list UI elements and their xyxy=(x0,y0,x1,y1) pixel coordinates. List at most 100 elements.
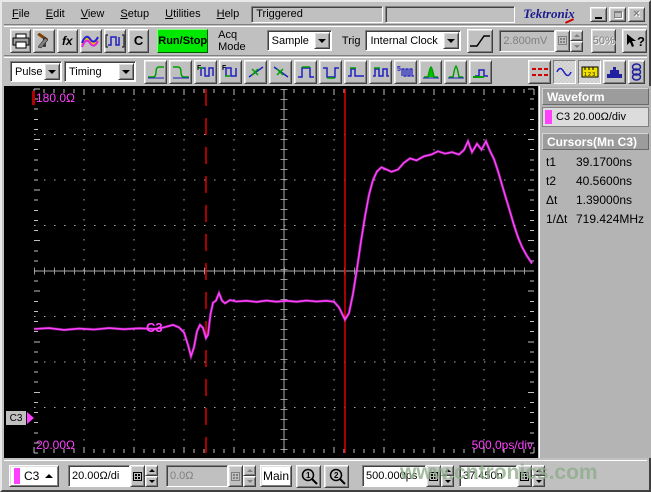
printer-icon xyxy=(12,33,30,48)
c3-trace xyxy=(33,139,533,360)
menu-bar: File Edit View Setup Utilities Help Trig… xyxy=(4,4,647,25)
svg-text:1: 1 xyxy=(306,471,311,480)
hposition-value[interactable]: 37.450n xyxy=(459,465,517,487)
meas-category-select[interactable]: Timing xyxy=(64,61,136,82)
vscale-down[interactable] xyxy=(145,476,158,487)
menu-help[interactable]: Help xyxy=(209,5,248,24)
peak-outline-icon xyxy=(447,64,464,78)
readout-t1: t1 39.1700ns xyxy=(542,150,649,169)
trig-slope-button[interactable] xyxy=(466,28,494,53)
meas-pulse-train-button[interactable]: 5 xyxy=(394,59,417,84)
channel-select-button[interactable]: C3 xyxy=(9,465,59,487)
minimize-button[interactable] xyxy=(590,6,607,22)
meas-fall-time-button[interactable] xyxy=(169,59,192,84)
cross-falling-icon xyxy=(273,65,288,78)
signal-type-select[interactable]: Pulse xyxy=(10,61,62,82)
zoom-2-button[interactable]: 2 xyxy=(324,465,349,488)
vertical-scale-spinner[interactable]: 20.00Ω/di xyxy=(68,465,158,487)
meas-pulse-pair-button[interactable] xyxy=(369,59,392,84)
readout-t2: t2 40.5600ns xyxy=(542,169,649,188)
trig-dropdown-icon[interactable] xyxy=(442,32,459,49)
acquire-pulse-button[interactable] xyxy=(103,28,126,53)
timebase-value[interactable]: 500.000ps xyxy=(362,465,426,487)
magnifier-1-icon: 1 xyxy=(301,468,318,485)
timebase-down[interactable] xyxy=(441,476,454,487)
waveform-display-button[interactable] xyxy=(553,59,576,84)
t2-value: 40.5600ns xyxy=(576,174,633,188)
dt-label: Δt xyxy=(546,193,558,207)
clear-icon: C xyxy=(133,33,144,48)
waveform-plot[interactable]: C3 180.0Ω 20.00Ω 500.0ps/div C3 xyxy=(4,86,538,458)
close-button[interactable]: × xyxy=(628,6,645,22)
cursors-button[interactable] xyxy=(528,59,551,84)
close-icon: × xyxy=(633,8,640,20)
channel-marker[interactable]: C3 xyxy=(5,410,34,426)
acq-mode-label: Acq Mode xyxy=(218,28,246,53)
hposition-keypad-icon[interactable] xyxy=(517,465,532,487)
meas-category-dropdown-icon[interactable] xyxy=(118,63,134,80)
timebase-keypad-icon[interactable] xyxy=(426,465,441,487)
meas-low-level-button[interactable] xyxy=(469,59,492,84)
readout-button[interactable]: 1 2 3 xyxy=(578,59,601,84)
cursors-panel-header: Cursors(Mn C3) xyxy=(542,133,649,150)
svg-text:?: ? xyxy=(637,34,645,49)
waveform-database-button[interactable] xyxy=(79,28,102,53)
menu-file[interactable]: File xyxy=(4,5,38,24)
meas-pos-peak-button[interactable] xyxy=(419,59,442,84)
color-waveform-icon xyxy=(81,35,99,47)
menu-utilities[interactable]: Utilities xyxy=(157,5,208,24)
trig-level-keypad-icon xyxy=(555,29,571,52)
meas-cross-rising-button[interactable] xyxy=(244,59,267,84)
channel-up-icon xyxy=(45,474,54,478)
hposition-up[interactable] xyxy=(532,465,545,476)
ruler-123-icon: 1 2 3 xyxy=(581,66,598,78)
clear-button[interactable]: C xyxy=(127,28,150,53)
waveform-list-item[interactable]: C3 20.00Ω/div xyxy=(542,107,649,127)
eye-diagram-button[interactable] xyxy=(628,59,645,84)
signal-type-value: Pulse xyxy=(15,65,43,78)
meas-period-button[interactable]: F xyxy=(219,59,242,84)
vscale-keypad-icon[interactable] xyxy=(130,465,145,487)
offset-spinner: 0.0Ω xyxy=(166,465,256,487)
trigger-status: Triggered xyxy=(251,5,384,23)
meas-burst-button[interactable] xyxy=(344,59,367,84)
meas-cross-falling-button[interactable] xyxy=(269,59,292,84)
acq-mode-dropdown-icon[interactable] xyxy=(313,32,330,49)
minimize-icon xyxy=(595,16,602,19)
vscale-up[interactable] xyxy=(145,465,158,476)
meas-rise-time-button[interactable] xyxy=(144,59,167,84)
channel-marker-label: C3 xyxy=(9,412,23,424)
fx-button[interactable]: fx xyxy=(56,28,78,53)
hposition-spinner[interactable]: 37.450n xyxy=(459,465,545,487)
print-button[interactable] xyxy=(10,28,32,53)
timebase-up[interactable] xyxy=(441,465,454,476)
pulse-pair-icon xyxy=(372,66,389,77)
meas-neg-width-button[interactable] xyxy=(319,59,342,84)
tools-button[interactable] xyxy=(33,28,55,53)
peak-filled-icon xyxy=(422,65,439,78)
histogram-button[interactable] xyxy=(603,59,626,84)
main-timebase-button[interactable]: Main xyxy=(260,465,292,487)
trig-level-spinner: 2.800mV xyxy=(499,29,584,52)
signal-type-dropdown-icon[interactable] xyxy=(44,63,60,80)
menu-setup[interactable]: Setup xyxy=(112,5,157,24)
status-box-empty xyxy=(385,5,516,23)
fx-icon: fx xyxy=(61,33,73,48)
meas-category-value: Timing xyxy=(69,65,102,78)
eye-diagram-icon xyxy=(631,62,642,81)
acq-mode-select[interactable]: Sample xyxy=(266,30,332,51)
meas-peak-outline-button[interactable] xyxy=(444,59,467,84)
run-stop-button[interactable]: Run/Stop xyxy=(157,28,209,53)
trace-glow xyxy=(33,137,534,362)
trig-source-select[interactable]: Internal Clock xyxy=(365,30,461,51)
menu-edit[interactable]: Edit xyxy=(38,5,73,24)
vertical-scale-value[interactable]: 20.00Ω/di xyxy=(68,465,130,487)
context-help-button[interactable]: ? xyxy=(622,28,647,53)
menu-view[interactable]: View xyxy=(73,5,113,24)
meas-pos-width-button[interactable] xyxy=(294,59,317,84)
hposition-down[interactable] xyxy=(532,476,545,487)
meas-frequency-button[interactable]: F xyxy=(194,59,217,84)
maximize-button[interactable] xyxy=(609,6,626,22)
zoom-1-button[interactable]: 1 xyxy=(296,465,321,488)
timebase-spinner[interactable]: 500.000ps xyxy=(362,465,454,487)
